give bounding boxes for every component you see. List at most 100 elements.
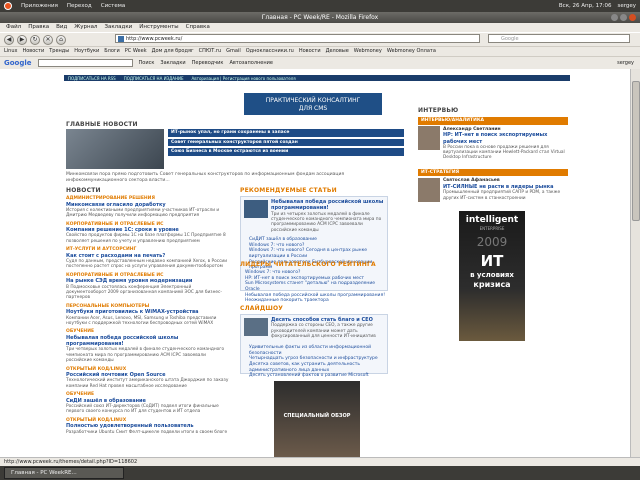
minimize-icon[interactable] [611,14,618,21]
bookmark-item[interactable]: Ноутбуки [74,48,99,54]
slideshow-item[interactable]: Десятка советов, как устранить деятельно… [249,362,386,373]
slideshow-item[interactable]: Удивительные факты из области информацио… [249,345,386,356]
news-summary: Российский союз ИТ-директоров (СоДИТ) по… [66,404,219,415]
interview-tag[interactable]: ИНТЕРВЬЮ/АНАЛИТИКА [418,117,568,125]
auth-link[interactable]: Авторизация | Регистрация нового пользов… [192,76,296,81]
bookmark-item[interactable]: Linux [4,48,17,54]
interview-text: Промышленный предприятий САПР и PDM, а т… [443,190,561,201]
slideshow-lead-text: Поддержка со стороны CEO, а также другие… [271,323,376,339]
list-item: ОБУЧЕНИЕ Небывалая победа российской школ… [66,329,230,363]
list-item: ОТКРЫТЫЙ КОД/LINUX Российский почтовик Op… [66,367,230,390]
site-top-links: ПОДПИСАТЬСЯ НА RSS ПОДПИСАТЬСЯ НА ИЗДАНИ… [64,75,570,81]
interview-tag[interactable]: ИТ-СТРАТЕГИЯ [418,168,568,177]
menu-bookmarks[interactable]: Закладки [104,24,132,31]
maximize-icon[interactable] [620,14,627,21]
scroll-thumb[interactable] [632,81,640,221]
main-news-photo[interactable] [66,129,164,169]
main-news-item[interactable]: Союз Бизнеса в Москве остраются из воени… [168,148,404,156]
bookmark-item[interactable]: Дом для бродяг [152,48,194,54]
status-bar: http://www.pcweek.ru/themes/detail.php?I… [0,457,640,466]
favicon-icon [118,36,124,42]
bookmark-item[interactable]: Gmail [226,48,241,54]
menu-help[interactable]: Справка [186,24,210,31]
google-search-input[interactable] [37,59,133,67]
vertical-scrollbar[interactable] [630,69,640,457]
os-top-panel: Приложения Переход Система Вск, 26 Апр, … [0,0,640,12]
interview-item: ИНТЕРВЬЮ/АНАЛИТИКА Александр Светланин HP:… [418,117,568,161]
bookmark-item[interactable]: Новости [22,48,44,54]
google-bookmarks-button[interactable]: Закладки [160,60,185,66]
book-ad[interactable]: intelligent ENTERPRISE 2009 ИТ в условия… [459,211,525,341]
url-input[interactable]: http://www.pcweek.ru/ [115,34,480,43]
rating-item[interactable]: Sun Microsystems станет "деталью" на под… [245,281,388,292]
bookmark-item[interactable]: Webmoney [354,48,382,54]
rating-item[interactable]: Неожиданные покорить траектора [245,298,388,304]
os-user[interactable]: sergey [617,3,636,10]
ubuntu-logo-icon[interactable] [4,2,12,10]
news-summary: Три четверых золотых медалей в финале ст… [66,347,225,364]
main-news-item[interactable]: ИТ-рынок упал, но грани сохранены в запа… [168,129,404,137]
main-news-title: ГЛАВНЫЕ НОВОСТИ [66,121,138,128]
rss-link[interactable]: ПОДПИСАТЬСЯ НА RSS [68,76,116,81]
google-logo: Google [4,58,32,67]
news-headline[interactable]: Небывалая победа российской школы програ… [66,335,230,348]
clock[interactable]: Вск, 26 Апр, 17:06 [559,3,612,10]
interview-item: ИТ-СТРАТЕГИЯ Святослав Афанасьев ИТ-СИЛНЫЕ… [418,168,568,207]
google-autofill-button[interactable]: Автозаполнение [229,60,273,66]
recommended-lead-text: Три из четырех золотых медалей в финале … [271,211,382,233]
menu-tools[interactable]: Инструменты [139,24,178,31]
bookmark-item[interactable]: Деловые [326,48,349,54]
slideshow-title: СЛАЙДШОУ [240,305,284,312]
bookmark-item[interactable]: PC Week [125,48,147,54]
google-user[interactable]: sergey [617,60,634,66]
search-placeholder: Google [501,36,519,42]
menu-file[interactable]: Файл [6,24,21,31]
special-review-image[interactable]: СПЕЦИАЛЬНЫЙ ОБЗОР [274,381,360,457]
ratings-list: Windows 7: что нового? HP: ИТ-нет в поиск… [240,270,388,304]
subscribe-link[interactable]: ПОДПИСАТЬСЯ НА ИЗДАНИЕ [124,76,184,81]
interview-photo[interactable] [418,126,440,150]
menu-view[interactable]: Вид [56,24,67,31]
taskbar-item-firefox[interactable]: Главная - PC WeekRE... [4,466,124,480]
recommended-lead-title[interactable]: Небывалая победа российской школы програ… [271,199,387,212]
news-list: АДМИНИСТРИРОВАНИЕ РЕШЕНИЯ Минкомсвязи огл… [66,196,230,438]
interview-photo[interactable] [418,177,440,202]
bookmark-item[interactable]: Блоги [104,48,120,54]
bookmark-item[interactable]: Одноклассники.ru [246,48,294,54]
news-summary: Разработчики Ubuntu Смит Фелт-щикеле под… [66,429,228,435]
bookmark-item[interactable]: Новости [299,48,321,54]
interview-headline[interactable]: HP: ИТ-нет в поиск экспортируемых рабочи… [443,132,568,145]
main-news-list: ИТ-рынок упал, но грани сохранены в запа… [168,129,404,158]
back-icon[interactable]: ◀ [4,34,14,45]
google-translate-button[interactable]: Переводчик [192,60,224,66]
main-news-item[interactable]: Совет генеральных конструкторов пятой со… [168,138,404,147]
menu-history[interactable]: Журнал [74,24,97,31]
forward-icon[interactable]: ▶ [17,34,27,45]
bookmark-item[interactable]: СПЮТ.ru [199,48,222,54]
close-icon[interactable] [629,14,636,21]
page-content: ПОДПИСАТЬСЯ НА RSS ПОДПИСАТЬСЯ НА ИЗДАНИ… [0,69,630,457]
recommended-item[interactable]: Windows 7: что нового? Сегодня в центрах… [249,248,386,259]
google-search-button[interactable]: Поиск [139,60,155,66]
bookmark-item[interactable]: Webmoney Оплата [387,48,436,54]
recommended-thumb[interactable] [244,200,268,218]
reload-icon[interactable]: ↻ [30,34,40,45]
menu-edit[interactable]: Правка [28,24,49,31]
special-review-label: СПЕЦИАЛЬНЫЙ ОБЗОР [283,413,351,419]
os-menu-applications[interactable]: Приложения [21,3,58,10]
os-menu-places[interactable]: Переход [67,3,92,10]
home-icon[interactable]: ⌂ [56,34,66,45]
bookmark-item[interactable]: Тренды [49,48,69,54]
banner-ad[interactable]: ПРАКТИЧЕСКИЙ КОНСАЛТИНГ ДЛЯ CMS [244,93,382,115]
stop-icon[interactable]: ✕ [43,34,53,45]
list-item: АДМИНИСТРИРОВАНИЕ РЕШЕНИЯ Минкомсвязи огл… [66,196,230,219]
bookmarks-toolbar: Linux Новости Тренды Ноутбуки Блоги PC Week До… [0,46,640,56]
window-titlebar[interactable]: Главная - PC Week/RE - Mozilla Firefox [0,12,640,23]
slideshow-item[interactable]: Десять установлений фактов о развитие Mi… [249,373,386,379]
google-toolbar: Google Поиск Закладки Переводчик Автозап… [0,56,640,69]
slideshow-thumb[interactable] [244,318,268,336]
main-news-caption: Минкомсвязи пора прямо подготовить Совет… [66,172,345,183]
search-input[interactable]: Google [488,34,630,43]
window-title: Главная - PC Week/RE - Mozilla Firefox [261,13,379,21]
os-menu-system[interactable]: Система [101,3,126,10]
